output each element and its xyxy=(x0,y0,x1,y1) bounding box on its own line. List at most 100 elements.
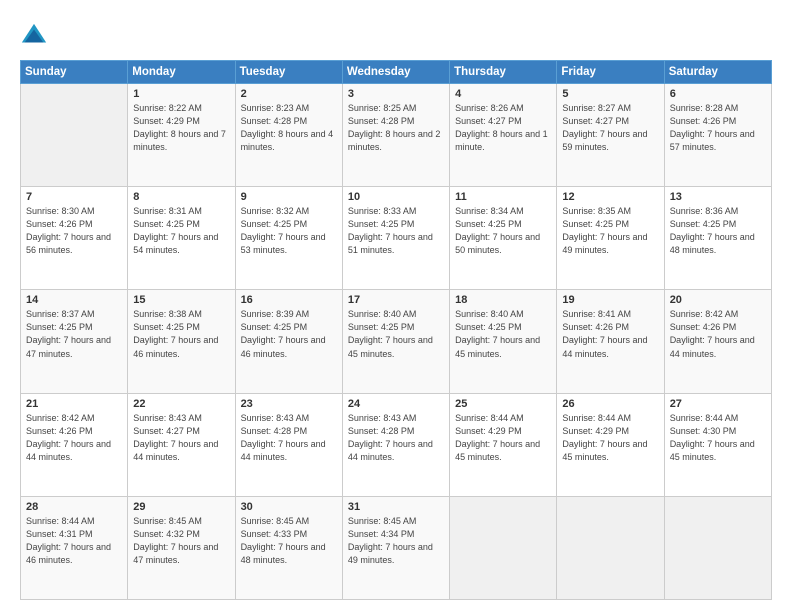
header xyxy=(20,18,772,50)
day-number: 23 xyxy=(241,398,337,410)
day-number: 12 xyxy=(562,191,658,203)
weekday-header-monday: Monday xyxy=(128,61,235,84)
day-info: Sunrise: 8:42 AMSunset: 4:26 PMDaylight:… xyxy=(670,308,766,360)
week-row-4: 21 Sunrise: 8:42 AMSunset: 4:26 PMDayligh… xyxy=(21,393,772,496)
day-info: Sunrise: 8:34 AMSunset: 4:25 PMDaylight:… xyxy=(455,205,551,257)
day-number: 3 xyxy=(348,88,444,100)
day-number: 17 xyxy=(348,294,444,306)
day-info: Sunrise: 8:42 AMSunset: 4:26 PMDaylight:… xyxy=(26,412,122,464)
weekday-header-sunday: Sunday xyxy=(21,61,128,84)
calendar-cell: 5Sunrise: 8:27 AMSunset: 4:27 PMDaylight… xyxy=(557,84,664,187)
calendar-cell: 21 Sunrise: 8:42 AMSunset: 4:26 PMDayligh… xyxy=(21,393,128,496)
calendar-cell: 9Sunrise: 8:32 AMSunset: 4:25 PMDaylight… xyxy=(235,187,342,290)
day-number: 20 xyxy=(670,294,766,306)
day-number: 29 xyxy=(133,501,229,513)
day-number: 28 xyxy=(26,501,122,513)
calendar-cell: 28 Sunrise: 8:44 AMSunset: 4:31 PMDayligh… xyxy=(21,496,128,599)
day-number: 21 xyxy=(26,398,122,410)
day-info: Sunrise: 8:40 AMSunset: 4:25 PMDaylight:… xyxy=(455,308,551,360)
calendar-cell: 8 Sunrise: 8:31 AMSunset: 4:25 PMDaylight… xyxy=(128,187,235,290)
day-info: Sunrise: 8:31 AMSunset: 4:25 PMDaylight:… xyxy=(133,205,229,257)
calendar-cell: 20 Sunrise: 8:42 AMSunset: 4:26 PMDayligh… xyxy=(664,290,771,393)
calendar-cell: 13 Sunrise: 8:36 AMSunset: 4:25 PMDayligh… xyxy=(664,187,771,290)
calendar-cell: 7Sunrise: 8:30 AMSunset: 4:26 PMDaylight… xyxy=(21,187,128,290)
day-number: 13 xyxy=(670,191,766,203)
calendar-table: SundayMondayTuesdayWednesdayThursdayFrid… xyxy=(20,60,772,600)
day-info: Sunrise: 8:44 AMSunset: 4:30 PMDaylight:… xyxy=(670,412,766,464)
weekday-header-saturday: Saturday xyxy=(664,61,771,84)
calendar-cell: 12 Sunrise: 8:35 AMSunset: 4:25 PMDayligh… xyxy=(557,187,664,290)
calendar-cell: 3 Sunrise: 8:25 AMSunset: 4:28 PMDaylight… xyxy=(342,84,449,187)
week-row-5: 28 Sunrise: 8:44 AMSunset: 4:31 PMDayligh… xyxy=(21,496,772,599)
day-number: 11 xyxy=(455,191,551,203)
day-info: Sunrise: 8:37 AMSunset: 4:25 PMDaylight:… xyxy=(26,308,122,360)
day-info: Sunrise: 8:45 AMSunset: 4:34 PMDaylight:… xyxy=(348,515,444,567)
calendar-cell: 11 Sunrise: 8:34 AMSunset: 4:25 PMDayligh… xyxy=(450,187,557,290)
calendar-cell: 24 Sunrise: 8:43 AMSunset: 4:28 PMDayligh… xyxy=(342,393,449,496)
day-number: 27 xyxy=(670,398,766,410)
day-info: Sunrise: 8:36 AMSunset: 4:25 PMDaylight:… xyxy=(670,205,766,257)
day-number: 31 xyxy=(348,501,444,513)
day-info: Sunrise: 8:25 AMSunset: 4:28 PMDaylight:… xyxy=(348,102,444,154)
day-info: Sunrise: 8:28 AMSunset: 4:26 PMDaylight:… xyxy=(670,102,766,154)
calendar-cell xyxy=(450,496,557,599)
day-number: 24 xyxy=(348,398,444,410)
calendar-cell: 23 Sunrise: 8:43 AMSunset: 4:28 PMDayligh… xyxy=(235,393,342,496)
day-info: Sunrise: 8:35 AMSunset: 4:25 PMDaylight:… xyxy=(562,205,658,257)
calendar-cell: 17 Sunrise: 8:40 AMSunset: 4:25 PMDayligh… xyxy=(342,290,449,393)
logo xyxy=(20,22,52,50)
weekday-header-friday: Friday xyxy=(557,61,664,84)
day-info: Sunrise: 8:43 AMSunset: 4:28 PMDaylight:… xyxy=(348,412,444,464)
day-info: Sunrise: 8:43 AMSunset: 4:28 PMDaylight:… xyxy=(241,412,337,464)
day-info: Sunrise: 8:26 AMSunset: 4:27 PMDaylight:… xyxy=(455,102,551,154)
day-number: 14 xyxy=(26,294,122,306)
day-number: 26 xyxy=(562,398,658,410)
calendar-cell: 14 Sunrise: 8:37 AMSunset: 4:25 PMDayligh… xyxy=(21,290,128,393)
day-info: Sunrise: 8:44 AMSunset: 4:31 PMDaylight:… xyxy=(26,515,122,567)
day-info: Sunrise: 8:43 AMSunset: 4:27 PMDaylight:… xyxy=(133,412,229,464)
day-info: Sunrise: 8:27 AMSunset: 4:27 PMDaylight:… xyxy=(562,102,658,154)
calendar-cell: 1Sunrise: 8:22 AMSunset: 4:29 PMDaylight… xyxy=(128,84,235,187)
calendar-cell: 22 Sunrise: 8:43 AMSunset: 4:27 PMDayligh… xyxy=(128,393,235,496)
day-number: 8 xyxy=(133,191,229,203)
calendar-cell: 15Sunrise: 8:38 AMSunset: 4:25 PMDayligh… xyxy=(128,290,235,393)
week-row-2: 7Sunrise: 8:30 AMSunset: 4:26 PMDaylight… xyxy=(21,187,772,290)
day-number: 19 xyxy=(562,294,658,306)
calendar-cell xyxy=(664,496,771,599)
day-number: 15 xyxy=(133,294,229,306)
calendar-cell: 26 Sunrise: 8:44 AMSunset: 4:29 PMDayligh… xyxy=(557,393,664,496)
day-info: Sunrise: 8:45 AMSunset: 4:32 PMDaylight:… xyxy=(133,515,229,567)
weekday-header-row: SundayMondayTuesdayWednesdayThursdayFrid… xyxy=(21,61,772,84)
day-info: Sunrise: 8:41 AMSunset: 4:26 PMDaylight:… xyxy=(562,308,658,360)
day-number: 6 xyxy=(670,88,766,100)
calendar-cell: 25Sunrise: 8:44 AMSunset: 4:29 PMDayligh… xyxy=(450,393,557,496)
day-number: 22 xyxy=(133,398,229,410)
week-row-1: 1Sunrise: 8:22 AMSunset: 4:29 PMDaylight… xyxy=(21,84,772,187)
calendar-cell: 2 Sunrise: 8:23 AMSunset: 4:28 PMDaylight… xyxy=(235,84,342,187)
day-info: Sunrise: 8:40 AMSunset: 4:25 PMDaylight:… xyxy=(348,308,444,360)
week-row-3: 14 Sunrise: 8:37 AMSunset: 4:25 PMDayligh… xyxy=(21,290,772,393)
day-number: 30 xyxy=(241,501,337,513)
calendar-cell: 29 Sunrise: 8:45 AMSunset: 4:32 PMDayligh… xyxy=(128,496,235,599)
calendar-cell: 6 Sunrise: 8:28 AMSunset: 4:26 PMDaylight… xyxy=(664,84,771,187)
day-info: Sunrise: 8:44 AMSunset: 4:29 PMDaylight:… xyxy=(562,412,658,464)
calendar-cell: 16Sunrise: 8:39 AMSunset: 4:25 PMDayligh… xyxy=(235,290,342,393)
day-number: 2 xyxy=(241,88,337,100)
day-info: Sunrise: 8:30 AMSunset: 4:26 PMDaylight:… xyxy=(26,205,122,257)
calendar-cell: 31 Sunrise: 8:45 AMSunset: 4:34 PMDayligh… xyxy=(342,496,449,599)
page: SundayMondayTuesdayWednesdayThursdayFrid… xyxy=(0,0,792,612)
day-info: Sunrise: 8:44 AMSunset: 4:29 PMDaylight:… xyxy=(455,412,551,464)
weekday-header-thursday: Thursday xyxy=(450,61,557,84)
day-info: Sunrise: 8:33 AMSunset: 4:25 PMDaylight:… xyxy=(348,205,444,257)
day-number: 1 xyxy=(133,88,229,100)
calendar-cell: 4Sunrise: 8:26 AMSunset: 4:27 PMDaylight… xyxy=(450,84,557,187)
weekday-header-tuesday: Tuesday xyxy=(235,61,342,84)
day-number: 18 xyxy=(455,294,551,306)
calendar-cell: 27 Sunrise: 8:44 AMSunset: 4:30 PMDayligh… xyxy=(664,393,771,496)
calendar-cell: 19 Sunrise: 8:41 AMSunset: 4:26 PMDayligh… xyxy=(557,290,664,393)
day-info: Sunrise: 8:45 AMSunset: 4:33 PMDaylight:… xyxy=(241,515,337,567)
calendar-cell xyxy=(557,496,664,599)
logo-icon xyxy=(20,22,48,50)
day-info: Sunrise: 8:23 AMSunset: 4:28 PMDaylight:… xyxy=(241,102,337,154)
day-number: 16 xyxy=(241,294,337,306)
